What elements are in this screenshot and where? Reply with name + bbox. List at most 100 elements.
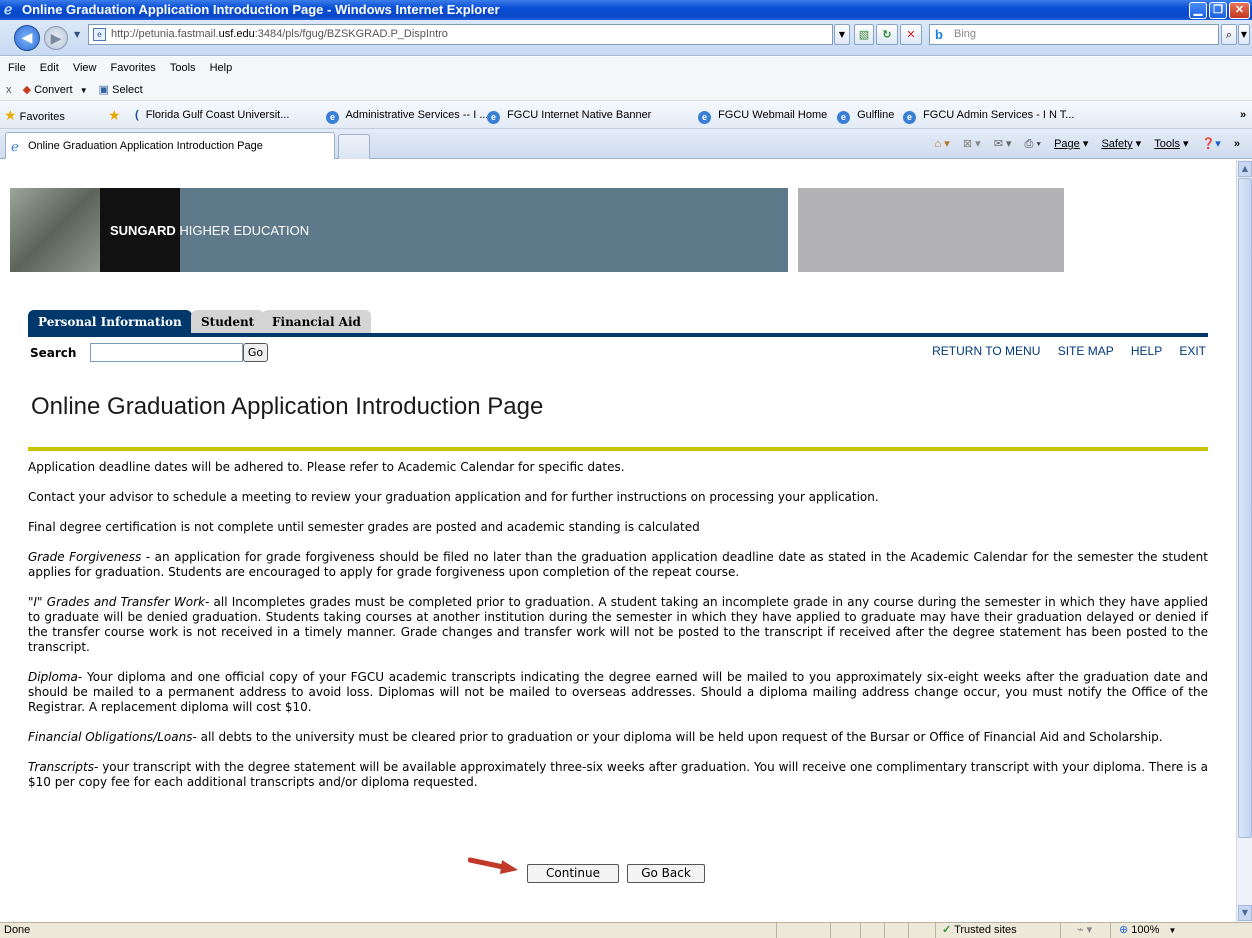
scroll-up-arrow[interactable]: ▲	[1238, 161, 1252, 177]
vertical-scrollbar[interactable]: ▲ ▼	[1236, 160, 1252, 922]
ie-page-icon: e	[487, 111, 500, 124]
browser-tab-bar: ℯ Online Graduation Application Introduc…	[0, 129, 1252, 159]
tools-menu[interactable]: Tools ▾	[1154, 138, 1188, 150]
search-input[interactable]	[90, 343, 243, 362]
red-arrow-annotation	[468, 857, 518, 874]
help-link[interactable]: HELP	[1131, 344, 1162, 358]
favorite-link-banner[interactable]: e FGCU Internet Native Banner	[487, 101, 651, 129]
print-icon[interactable]: ⎙ ▾	[1025, 138, 1041, 150]
menu-edit[interactable]: Edit	[40, 62, 59, 74]
status-text: Done	[4, 924, 31, 936]
info-paragraph: Contact your advisor to schedule a meeti…	[28, 490, 879, 504]
exit-link[interactable]: EXIT	[1179, 344, 1206, 358]
status-divider	[830, 923, 831, 938]
tab-personal-information[interactable]: Personal Information	[28, 310, 192, 334]
mail-icon[interactable]: ✉ ▾	[994, 138, 1012, 150]
maximize-button[interactable]: ❐	[1209, 2, 1227, 19]
search-go-button[interactable]: Go	[243, 343, 268, 362]
building-photo	[10, 188, 100, 272]
search-engine-input[interactable]: b Bing	[929, 24, 1219, 45]
info-body: Application deadline dates will be adher…	[28, 460, 1208, 790]
scroll-down-arrow[interactable]: ▼	[1238, 905, 1252, 921]
convert-dropdown-icon[interactable]: ▼	[80, 86, 88, 95]
page-icon: e	[93, 28, 106, 41]
tab-student[interactable]: Student	[191, 310, 265, 334]
minimize-button[interactable]: ▁	[1189, 2, 1207, 19]
safety-menu[interactable]: Safety ▾	[1101, 138, 1141, 150]
convert-button[interactable]: Convert	[34, 84, 73, 96]
page-menu[interactable]: Page ▾	[1054, 138, 1088, 150]
window-title: Online Graduation Application Introducti…	[22, 2, 500, 17]
url-input[interactable]: e http://petunia.fastmail.usf.edu:3484/p…	[88, 24, 833, 45]
menu-file[interactable]: File	[8, 62, 26, 74]
status-bar: Done ✓ Trusted sites ⌁ ▾ ⊕ 100% ▼	[0, 922, 1252, 938]
history-dropdown-icon[interactable]: ▼	[74, 30, 80, 39]
security-zone[interactable]: ✓ Trusted sites	[935, 923, 1055, 938]
add-favorite-icon[interactable]: ★	[108, 101, 121, 129]
info-paragraph: Transcripts- your transcript with the de…	[28, 760, 1208, 789]
search-label: Search	[30, 346, 77, 360]
refresh-icon[interactable]: ↻	[876, 24, 898, 45]
status-divider	[884, 923, 885, 938]
ie-logo-icon: ℯ	[4, 1, 13, 17]
go-back-button[interactable]: Go Back	[627, 864, 705, 883]
close-button[interactable]: ✕	[1229, 2, 1250, 19]
zoom-control[interactable]: ⊕ 100% ▼	[1110, 923, 1190, 938]
top-links: RETURN TO MENU SITE MAP HELP EXIT	[918, 344, 1206, 358]
search-row: Search Go RETURN TO MENU SITE MAP HELP E…	[28, 340, 1208, 364]
favorite-link-admin-services-int[interactable]: e FGCU Admin Services - I N T...	[903, 101, 1074, 129]
ie-page-icon: e	[698, 111, 711, 124]
search-go-icon[interactable]: ⌕	[1221, 24, 1237, 45]
more-tools-icon[interactable]: »	[1234, 138, 1240, 150]
close-toolbar-icon[interactable]: x	[6, 84, 12, 96]
info-paragraph: Final degree certification is not comple…	[28, 520, 700, 534]
forward-button[interactable]: ▶	[44, 26, 68, 50]
tab-financial-aid[interactable]: Financial Aid	[262, 310, 371, 334]
address-bar: ◀ ▶ ▼ e http://petunia.fastmail.usf.edu:…	[0, 20, 1252, 56]
help-icon[interactable]: ❓▾	[1202, 138, 1221, 150]
menu-bar: File Edit View Favorites Tools Help	[0, 57, 1252, 79]
status-divider	[908, 923, 909, 938]
nav-divider	[28, 333, 1208, 337]
favorites-bar: ★ Favorites ★ ( Florida Gulf Coast Unive…	[0, 101, 1252, 129]
menu-tools[interactable]: Tools	[170, 62, 196, 74]
menu-view[interactable]: View	[73, 62, 97, 74]
back-button[interactable]: ◀	[14, 25, 40, 51]
checkmark-icon: ✓	[942, 924, 952, 936]
site-map-link[interactable]: SITE MAP	[1058, 344, 1114, 358]
scroll-thumb[interactable]	[1238, 178, 1252, 838]
ie-page-icon: ℯ	[11, 139, 19, 154]
zoom-dropdown-icon[interactable]: ▼	[1168, 926, 1176, 935]
favorite-link-fgcu[interactable]: ( Florida Gulf Coast Universit...	[135, 101, 289, 129]
feeds-icon[interactable]: ⊠ ▾	[963, 138, 981, 150]
fgcu-logo-icon: (	[135, 109, 139, 121]
status-divider	[860, 923, 861, 938]
continue-button[interactable]: Continue	[527, 864, 619, 883]
favorite-link-gulfline[interactable]: e Gulfline	[837, 101, 894, 129]
command-bar: x ◆ Convert ▼ ▣ Select	[0, 79, 1252, 101]
status-divider	[776, 923, 777, 938]
return-to-menu-link[interactable]: RETURN TO MENU	[932, 344, 1040, 358]
ie-page-icon: e	[837, 111, 850, 124]
info-paragraph: Financial Obligations/Loans- all debts t…	[28, 730, 1163, 744]
select-icon: ▣	[98, 84, 110, 96]
more-favorites-icon[interactable]: »	[1240, 101, 1246, 129]
protected-mode-icon[interactable]: ⌁ ▾	[1060, 923, 1110, 938]
favorite-link-admin-services[interactable]: e Administrative Services -- I ...	[326, 101, 489, 129]
favorites-button[interactable]: ★ Favorites	[4, 101, 65, 131]
ie-page-icon: e	[903, 111, 916, 124]
header-banner: SUNGARD HIGHER EDUCATION	[10, 188, 788, 272]
new-tab-button[interactable]	[338, 134, 370, 159]
favorite-link-webmail[interactable]: e FGCU Webmail Home	[698, 101, 827, 129]
menu-help[interactable]: Help	[210, 62, 233, 74]
url-dropdown-icon[interactable]: ▼	[834, 24, 850, 45]
star-icon: ★	[4, 107, 17, 123]
browser-tab-active[interactable]: ℯ Online Graduation Application Introduc…	[5, 132, 335, 159]
home-icon[interactable]: ⌂ ▾	[935, 138, 950, 150]
tab-tools: ⌂ ▾ ⊠ ▾ ✉ ▾ ⎙ ▾ Page ▾ Safety ▾ Tools ▾ …	[925, 129, 1240, 159]
compatibility-view-icon[interactable]: ▧	[854, 24, 874, 45]
menu-favorites[interactable]: Favorites	[111, 62, 156, 74]
search-options-icon[interactable]: ▼	[1238, 24, 1250, 45]
stop-icon[interactable]: ✕	[900, 24, 922, 45]
select-button[interactable]: Select	[112, 84, 143, 96]
